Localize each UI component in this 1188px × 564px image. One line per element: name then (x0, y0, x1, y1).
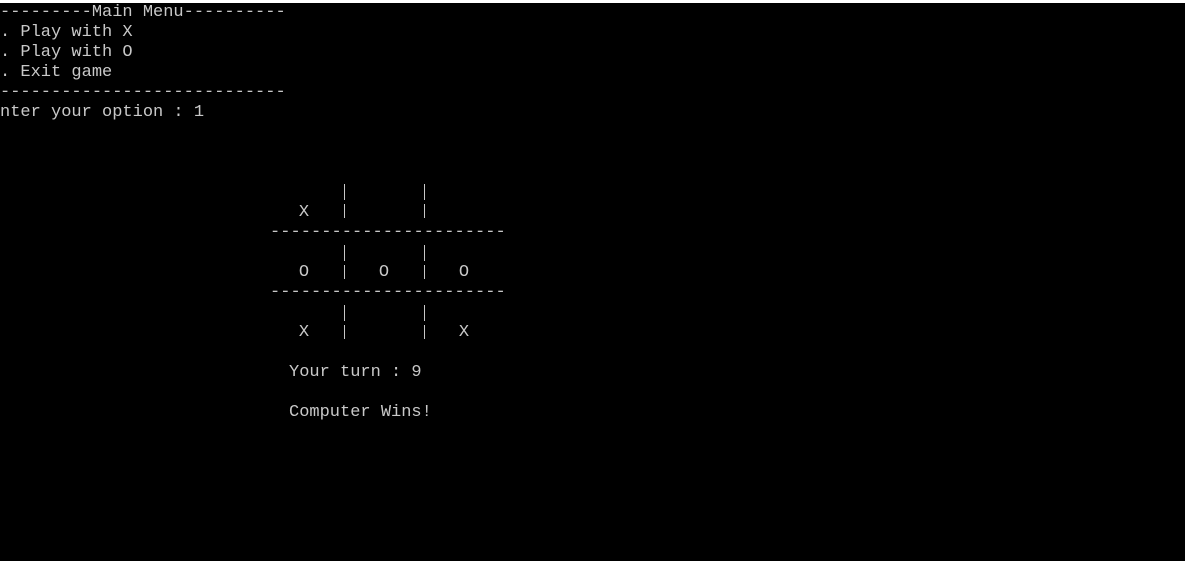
board-cell-7: X (298, 323, 310, 342)
board-separator: ----------------------- (270, 223, 506, 242)
menu-header: ---------Main Menu---------- (0, 3, 286, 22)
board-vertical-line (344, 325, 345, 339)
board-cell-5: O (378, 263, 390, 282)
game-result: Computer Wins! (289, 403, 432, 422)
board-vertical-line (424, 265, 425, 279)
board-vertical-line (344, 305, 345, 321)
board-vertical-line (424, 184, 425, 200)
board-vertical-line (424, 204, 425, 218)
board-cell-1: X (298, 203, 310, 222)
menu-footer: ---------------------------- (0, 83, 286, 102)
turn-prompt: Your turn : 9 (289, 363, 422, 382)
board-vertical-line (344, 245, 345, 261)
board-vertical-line (424, 325, 425, 339)
board-cell-9: X (458, 323, 470, 342)
board-separator: ----------------------- (270, 283, 506, 302)
board-vertical-line (424, 245, 425, 261)
menu-option-play-x: . Play with X (0, 23, 133, 42)
board-cell-4: O (298, 263, 310, 282)
board-vertical-line (344, 265, 345, 279)
console-window: ---------Main Menu---------- . Play with… (0, 3, 1185, 561)
board-vertical-line (424, 305, 425, 321)
board-vertical-line (344, 204, 345, 218)
menu-option-exit: . Exit game (0, 63, 113, 82)
board-cell-6: O (458, 263, 470, 282)
board-vertical-line (344, 184, 345, 200)
option-prompt: nter your option : 1 (0, 103, 205, 122)
menu-option-play-o: . Play with O (0, 43, 133, 62)
